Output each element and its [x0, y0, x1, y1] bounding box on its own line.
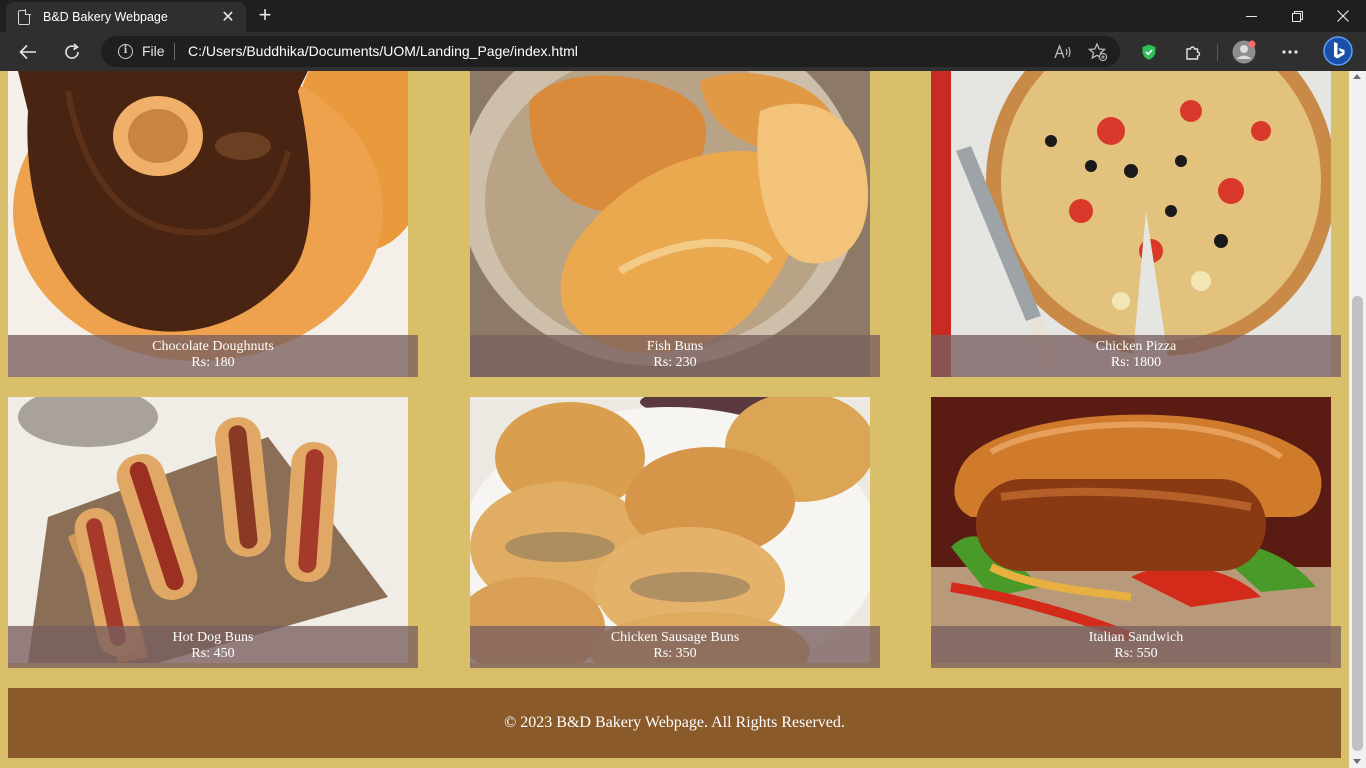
product-price: Rs: 1800: [1110, 355, 1162, 370]
scroll-down-arrow-icon[interactable]: [1353, 759, 1361, 764]
close-tab-icon[interactable]: ✕: [220, 7, 236, 27]
profile-avatar-icon[interactable]: [1230, 38, 1258, 66]
bing-copilot-icon[interactable]: [1322, 35, 1354, 67]
add-favorite-icon[interactable]: [1087, 41, 1109, 63]
vertical-scrollbar[interactable]: [1349, 71, 1366, 768]
restore-icon[interactable]: [1274, 0, 1320, 32]
product-name: Fish Buns: [646, 339, 704, 354]
product-caption: Fish Buns Rs: 230: [470, 335, 880, 377]
new-tab-button[interactable]: +: [254, 4, 276, 26]
browser-titlebar: B&D Bakery Webpage ✕ +: [0, 0, 1366, 32]
page-footer: © 2023 B&D Bakery Webpage. All Rights Re…: [8, 688, 1341, 758]
product-price: Rs: 230: [653, 355, 697, 370]
refresh-icon[interactable]: [56, 36, 88, 68]
product-name: Chocolate Doughnuts: [152, 339, 274, 354]
close-window-icon[interactable]: [1320, 0, 1366, 32]
italian-sandwich-photo: [931, 397, 1331, 663]
product-name: Italian Sandwich: [1088, 630, 1184, 645]
shield-icon[interactable]: [1135, 38, 1163, 66]
product-caption: Hot Dog Buns Rs: 450: [8, 626, 418, 668]
product-price: Rs: 350: [653, 646, 697, 661]
tab-title: B&D Bakery Webpage: [43, 10, 168, 24]
url-text[interactable]: C:/Users/Buddhika/Documents/UOM/Landing_…: [188, 43, 578, 59]
product-price: Rs: 550: [1114, 646, 1158, 661]
product-price: Rs: 180: [191, 355, 235, 370]
chicken-pizza-photo: [931, 71, 1331, 377]
fish-buns-photo: [470, 71, 870, 377]
document-icon: [18, 8, 31, 25]
product-name: Hot Dog Buns: [172, 630, 254, 645]
browser-tab[interactable]: B&D Bakery Webpage ✕: [6, 2, 246, 32]
product-name: Chicken Sausage Buns: [610, 630, 740, 645]
chocolate-doughnut-photo: [8, 71, 408, 377]
scroll-thumb[interactable]: [1352, 296, 1363, 751]
chicken-sausage-buns-photo: [470, 397, 870, 663]
product-name: Chicken Pizza: [1095, 339, 1177, 354]
info-icon[interactable]: i: [118, 44, 133, 59]
browser-toolbar: i File C:/Users/Buddhika/Documents/UOM/L…: [0, 32, 1366, 71]
page-viewport: Chocolate Doughnuts Rs: 180 Fish Buns Rs…: [0, 71, 1349, 768]
product-caption: Chocolate Doughnuts Rs: 180: [8, 335, 418, 377]
product-caption: Chicken Sausage Buns Rs: 350: [470, 626, 880, 668]
product-caption: Chicken Pizza Rs: 1800: [931, 335, 1341, 377]
extensions-icon[interactable]: [1179, 38, 1207, 66]
more-menu-icon[interactable]: [1276, 38, 1304, 66]
product-price: Rs: 450: [191, 646, 235, 661]
minimize-icon[interactable]: [1228, 0, 1274, 32]
back-arrow-icon[interactable]: [12, 36, 44, 68]
toolbar-divider: [1217, 44, 1218, 61]
scheme-label: File: [142, 43, 165, 59]
address-divider: [174, 43, 175, 60]
scroll-up-arrow-icon[interactable]: [1353, 74, 1361, 79]
read-aloud-icon[interactable]: [1052, 41, 1074, 63]
product-caption: Italian Sandwich Rs: 550: [931, 626, 1341, 668]
address-bar[interactable]: i File C:/Users/Buddhika/Documents/UOM/L…: [101, 36, 1120, 67]
hot-dog-buns-photo: [8, 397, 408, 663]
